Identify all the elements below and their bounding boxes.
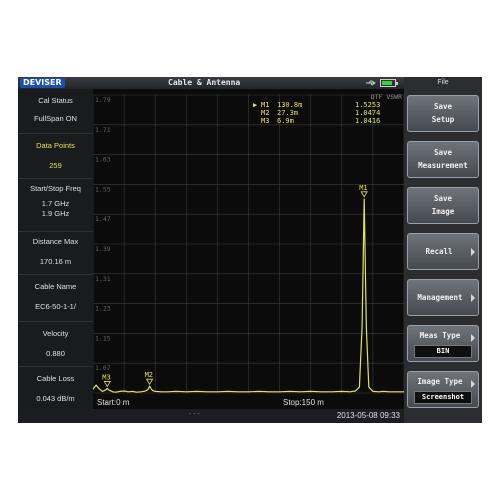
status-placeholder: --- xyxy=(188,410,201,418)
chevron-right-icon xyxy=(471,379,475,388)
usb-icon xyxy=(366,80,376,86)
velocity-cell: Velocity 0.880 xyxy=(18,322,93,367)
cal-status-label: Cal Status xyxy=(38,96,73,105)
meas-type-label: Meas Type xyxy=(419,331,461,340)
marker-table-distance: 6.9m xyxy=(277,117,294,125)
cable-loss-value: 0.043 dB/m xyxy=(36,394,75,403)
y-tick-label: 1.63 xyxy=(95,156,111,164)
data-points-value: 259 xyxy=(49,161,62,170)
image-type-button[interactable]: Image Type Screenshot xyxy=(407,371,479,408)
cable-name-value: EC6-50-1-1/ xyxy=(35,302,76,311)
marker-m2-label: M2 xyxy=(145,371,153,379)
velocity-value: 0.880 xyxy=(46,349,65,358)
dtf-chart[interactable]: 1.79 1.71 1.63 1.55 1.47 1.39 1.31 1.23 1.15 1.07… xyxy=(93,89,404,409)
marker-table-distance: 130.8m xyxy=(277,101,302,109)
velocity-label: Velocity xyxy=(42,329,69,338)
dtf-plot[interactable]: 1.79 1.71 1.63 1.55 1.47 1.39 1.31 1.23 1.15 1.07… xyxy=(93,89,404,409)
marker-m3-label: M3 xyxy=(102,373,110,381)
image-type-label: Image Type xyxy=(417,377,463,386)
status-bar: --- 2013-05-08 09:33 xyxy=(18,409,404,423)
y-tick-label: 1.79 xyxy=(95,96,111,104)
marker-table-value: 1.5253 xyxy=(355,101,380,109)
data-points-cell: Data Points 259 xyxy=(18,134,93,179)
marker-m1-label: M1 xyxy=(359,184,367,192)
data-points-label: Data Points xyxy=(36,141,75,150)
x-start-label: Start:0 m xyxy=(97,398,130,407)
file-menu-title[interactable]: File xyxy=(404,77,482,89)
save-measurement-line2: Measurement xyxy=(418,161,468,170)
save-image-line2: Image xyxy=(431,207,455,216)
meas-type-value: BIN xyxy=(414,345,472,358)
cable-loss-cell: Cable Loss 0.043 dB/m xyxy=(18,367,93,410)
stop-freq-value: 1.9 GHz xyxy=(41,209,70,218)
management-label: Management xyxy=(417,293,463,302)
distance-max-label: Distance Max xyxy=(32,237,79,246)
marker-table-name: M1 xyxy=(261,101,269,109)
chevron-right-icon xyxy=(471,247,475,256)
save-measurement-button[interactable]: Save Measurement xyxy=(407,141,479,178)
meas-type-button[interactable]: Meas Type BIN xyxy=(407,325,479,362)
marker-table-name: M2 xyxy=(261,109,269,117)
y-tick-label: 1.07 xyxy=(95,364,111,372)
save-image-button[interactable]: Save Image xyxy=(407,187,479,224)
start-stop-freq-cell: Start/Stop Freq 1.7 GHz 1.9 GHz xyxy=(18,179,93,232)
y-tick-label: 1.55 xyxy=(95,185,111,193)
cable-loss-label: Cable Loss xyxy=(36,374,75,383)
chevron-right-icon xyxy=(471,333,475,342)
chevron-right-icon xyxy=(471,293,475,302)
cal-status-value: FullSpan ON xyxy=(34,114,77,123)
distance-max-value: 170.16 m xyxy=(39,257,72,266)
cable-name-label: Cable Name xyxy=(34,282,77,291)
y-tick-label: 1.39 xyxy=(95,245,111,253)
x-stop-label: Stop:150 m xyxy=(283,398,324,407)
y-tick-label: 1.47 xyxy=(95,215,111,223)
page-title: Cable & Antenna xyxy=(168,78,241,87)
y-tick-label: 1.71 xyxy=(95,126,111,134)
y-tick-label: 1.23 xyxy=(95,305,111,313)
recall-label: Recall xyxy=(425,247,453,256)
save-setup-line1: Save xyxy=(433,102,453,111)
start-freq-value: 1.7 GHz xyxy=(41,199,70,208)
save-image-line1: Save xyxy=(433,194,453,203)
save-measurement-line1: Save xyxy=(433,148,453,157)
marker-table-value: 1.0474 xyxy=(355,109,380,117)
y-tick-label: 1.15 xyxy=(95,334,111,342)
analyzer-screen: DEVISER Cable & Antenna File Cal Status … xyxy=(18,77,482,423)
distance-max-cell: Distance Max 170.16 m xyxy=(18,232,93,275)
timestamp: 2013-05-08 09:33 xyxy=(336,411,400,420)
management-button[interactable]: Management xyxy=(407,279,479,316)
brand-logo: DEVISER xyxy=(20,78,65,88)
cal-status-cell: Cal Status FullSpan ON xyxy=(18,89,93,134)
marker-table-name: M3 xyxy=(261,117,269,125)
start-stop-freq-label: Start/Stop Freq xyxy=(30,184,81,193)
y-tick-label: 1.31 xyxy=(95,275,111,283)
info-panel: Cal Status FullSpan ON Data Points 259 S… xyxy=(18,89,93,410)
battery-icon xyxy=(380,79,398,87)
recall-button[interactable]: Recall xyxy=(407,233,479,270)
mode-label: DTF VSWR xyxy=(371,93,402,101)
marker-table-value: 1.0416 xyxy=(355,117,380,125)
save-setup-line2: Setup xyxy=(431,115,455,124)
title-bar: DEVISER Cable & Antenna xyxy=(18,77,404,89)
cable-name-cell: Cable Name EC6-50-1-1/ xyxy=(18,275,93,322)
marker-table-distance: 27.3m xyxy=(277,109,298,117)
image-type-value: Screenshot xyxy=(414,391,472,404)
softkey-panel: Save Setup Save Measurement Save Image R… xyxy=(404,89,482,423)
save-setup-button[interactable]: Save Setup xyxy=(407,95,479,132)
